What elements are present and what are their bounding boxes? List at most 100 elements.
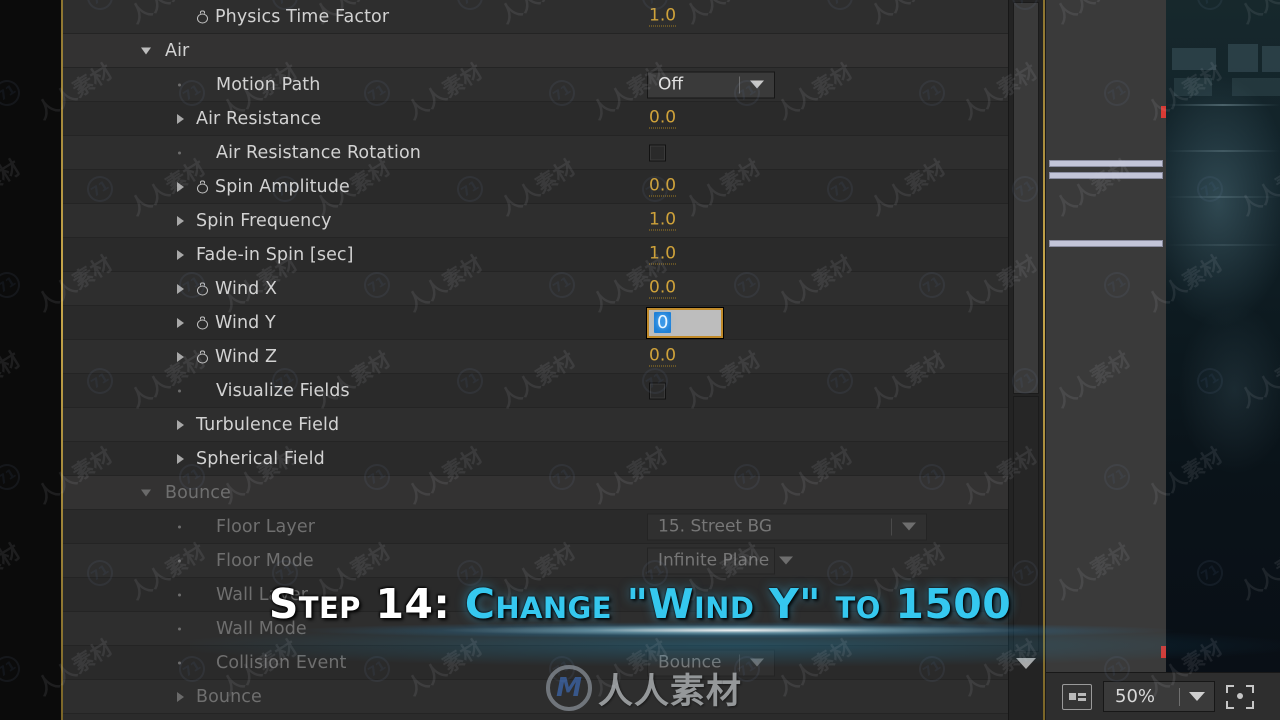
stopwatch-icon[interactable] — [196, 180, 209, 193]
property-bullet-icon — [178, 525, 181, 528]
disclosure-triangle-open-icon[interactable] — [141, 47, 151, 54]
property-label: Air Resistance Rotation — [216, 142, 421, 163]
disclosure-triangle-closed-icon[interactable] — [177, 317, 184, 328]
property-row[interactable]: Wind X 0.0 — [63, 272, 1008, 306]
property-row[interactable]: Collision Event Bounce — [63, 646, 1008, 680]
region-of-interest-icon[interactable] — [1226, 684, 1254, 709]
property-row[interactable]: Bounce — [63, 476, 1008, 510]
caption-step-prefix: Step 14: — [268, 580, 465, 628]
property-row[interactable]: Spherical Field — [63, 442, 1008, 476]
property-value[interactable]: 0.0 — [649, 177, 677, 196]
property-row[interactable]: Floor Mode Infinite Plane — [63, 544, 1008, 578]
wind-y-value-input[interactable]: 0 — [647, 307, 723, 338]
property-label: Wind Z — [215, 346, 278, 367]
scroll-down-arrow-icon[interactable] — [1016, 658, 1036, 669]
property-row[interactable]: Motion Path Off — [63, 68, 1008, 102]
zoom-level-select[interactable]: 50% — [1103, 681, 1215, 712]
property-bullet-icon — [178, 83, 181, 86]
stopwatch-icon[interactable] — [196, 350, 209, 363]
chevron-down-icon[interactable] — [740, 81, 774, 89]
viewer-bottom-toolbar[interactable]: 50% — [1046, 672, 1280, 720]
layer-bar[interactable] — [1049, 172, 1163, 179]
timeline-layer-strip[interactable] — [1046, 0, 1173, 672]
disclosure-triangle-closed-icon[interactable] — [177, 691, 184, 702]
property-label: Bounce — [196, 686, 262, 707]
property-row[interactable]: Spin Amplitude 0.0 — [63, 170, 1008, 204]
property-label: Bounce — [165, 482, 231, 503]
property-label: Air — [165, 40, 190, 61]
disclosure-triangle-closed-icon[interactable] — [177, 419, 184, 430]
property-value[interactable]: 1.0 — [649, 7, 677, 26]
chevron-down-icon[interactable] — [892, 523, 926, 531]
property-bullet-icon — [178, 151, 181, 154]
property-bullet-icon — [178, 389, 181, 392]
property-label: Fade-in Spin [sec] — [196, 244, 354, 265]
property-row[interactable]: Floor Layer 15. Street BG — [63, 510, 1008, 544]
layer-bar[interactable] — [1049, 240, 1163, 247]
property-label: Floor Layer — [216, 516, 315, 537]
stopwatch-icon[interactable] — [196, 10, 209, 23]
property-checkbox[interactable] — [649, 382, 666, 399]
property-label: Spin Frequency — [196, 210, 332, 231]
property-dropdown[interactable]: Infinite Plane — [647, 547, 775, 574]
composition-preview[interactable] — [1166, 0, 1280, 672]
tutorial-caption: Step 14: Change "Wind Y" to 1500 — [0, 580, 1280, 628]
property-row[interactable]: Visualize Fields — [63, 374, 1008, 408]
property-label: Motion Path — [216, 74, 321, 95]
chevron-down-icon[interactable] — [1180, 692, 1214, 701]
property-row[interactable]: Wind Y 0 — [63, 306, 1008, 340]
zoom-level-value: 50% — [1115, 686, 1156, 707]
disclosure-triangle-closed-icon[interactable] — [177, 113, 184, 124]
disclosure-triangle-open-icon[interactable] — [141, 489, 151, 496]
property-label: Air Resistance — [196, 108, 322, 129]
property-label: Visualize Fields — [216, 380, 350, 401]
toggle-view-layout-icon[interactable] — [1062, 683, 1092, 710]
stopwatch-icon[interactable] — [196, 282, 209, 295]
property-dropdown[interactable]: Bounce — [647, 649, 775, 676]
disclosure-triangle-closed-icon[interactable] — [177, 453, 184, 464]
disclosure-triangle-closed-icon[interactable] — [177, 249, 184, 260]
property-row[interactable]: Air Resistance Rotation — [63, 136, 1008, 170]
property-checkbox[interactable] — [649, 144, 666, 161]
property-value[interactable]: 1.0 — [649, 211, 677, 230]
property-bullet-icon — [178, 559, 181, 562]
chevron-down-icon[interactable] — [740, 659, 774, 667]
property-value[interactable]: 0.0 — [649, 109, 677, 128]
property-row[interactable]: Fade-in Spin [sec] 1.0 — [63, 238, 1008, 272]
disclosure-triangle-closed-icon[interactable] — [177, 181, 184, 192]
caption-step-body: Change "Wind Y" to 1500 — [464, 580, 1012, 628]
dropdown-value: Bounce — [658, 652, 722, 673]
selected-input-text: 0 — [654, 312, 672, 333]
property-dropdown[interactable]: Off — [647, 71, 775, 98]
property-label: Physics Time Factor — [215, 6, 390, 27]
chevron-down-icon[interactable] — [779, 557, 793, 565]
property-value[interactable]: 0.0 — [649, 347, 677, 366]
property-value[interactable]: 0.0 — [649, 279, 677, 298]
layer-bar[interactable] — [1049, 160, 1163, 167]
property-row[interactable]: Air Resistance 0.0 — [63, 102, 1008, 136]
dropdown-value: 15. Street BG — [658, 516, 773, 537]
property-bullet-icon — [178, 661, 181, 664]
disclosure-triangle-closed-icon[interactable] — [177, 351, 184, 362]
property-label: Spin Amplitude — [215, 176, 350, 197]
property-row[interactable]: Turbulence Field — [63, 408, 1008, 442]
property-label: Turbulence Field — [196, 414, 340, 435]
stopwatch-icon[interactable] — [196, 316, 209, 329]
property-label: Wind Y — [215, 312, 276, 333]
property-label: Spherical Field — [196, 448, 325, 469]
screen-root: Physics Time Factor 1.0 Air Motion Path Off A… — [0, 0, 1280, 720]
property-row[interactable]: Air — [63, 34, 1008, 68]
property-label: Wind X — [215, 278, 278, 299]
disclosure-triangle-closed-icon[interactable] — [177, 215, 184, 226]
property-row[interactable]: Physics Time Factor 1.0 — [63, 0, 1008, 34]
property-value[interactable]: 1.0 — [649, 245, 677, 264]
disclosure-triangle-closed-icon[interactable] — [177, 283, 184, 294]
property-row[interactable]: Spin Frequency 1.0 — [63, 204, 1008, 238]
property-label: Floor Mode — [216, 550, 314, 571]
property-row[interactable]: Bounce — [63, 680, 1008, 714]
scrollbar-thumb[interactable] — [1013, 2, 1039, 394]
property-dropdown[interactable]: 15. Street BG — [647, 513, 927, 540]
property-row[interactable]: Wind Z 0.0 — [63, 340, 1008, 374]
property-label: Collision Event — [216, 652, 347, 673]
dropdown-value: Infinite Plane — [658, 550, 770, 571]
